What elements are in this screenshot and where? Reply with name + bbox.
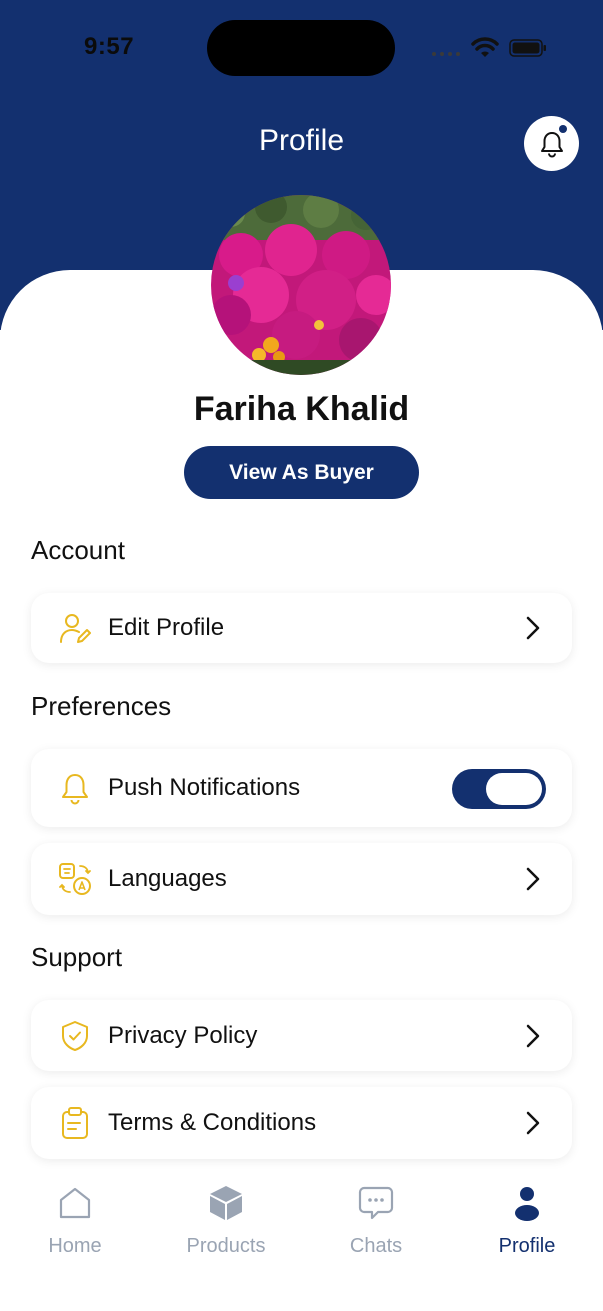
battery-icon <box>509 39 546 57</box>
bell-icon <box>540 131 563 157</box>
toggle-knob <box>486 773 542 805</box>
notifications-button[interactable] <box>524 116 579 171</box>
chat-icon <box>358 1186 394 1220</box>
terms-label: Terms & Conditions <box>108 1109 317 1136</box>
view-as-buyer-button[interactable]: View As Buyer <box>184 446 419 499</box>
user-edit-icon <box>60 614 91 643</box>
tab-label-chats: Chats <box>349 1235 403 1257</box>
tab-label-profile: Profile <box>498 1235 556 1257</box>
push-notifications-row: Push Notifications <box>31 749 572 827</box>
chevron-right-icon <box>526 867 540 891</box>
chevron-right-icon <box>526 1024 540 1047</box>
languages-label: Languages <box>108 865 227 892</box>
status-time: 9:57 <box>84 33 135 60</box>
chevron-right-icon <box>526 616 540 640</box>
avatar[interactable] <box>211 195 391 375</box>
home-icon <box>59 1187 91 1219</box>
bottom-tab-bar: Home Products Chats Profile <box>0 1170 603 1311</box>
push-notifications-label: Push Notifications <box>108 774 301 801</box>
tab-label-products: Products <box>186 1235 266 1257</box>
tab-label-home: Home <box>48 1235 102 1257</box>
section-title-support: Support <box>31 942 123 972</box>
clipboard-icon <box>62 1107 88 1139</box>
user-name: Fariha Khalid <box>193 390 410 428</box>
section-title-account: Account <box>31 535 125 565</box>
edit-profile-row[interactable]: Edit Profile <box>31 593 572 663</box>
translate-icon <box>59 863 91 895</box>
page-title: Profile <box>258 124 345 157</box>
privacy-policy-row[interactable]: Privacy Policy <box>31 1000 572 1071</box>
privacy-policy-label: Privacy Policy <box>108 1021 258 1049</box>
terms-row[interactable]: Terms & Conditions <box>31 1087 572 1159</box>
shield-check-icon <box>62 1020 88 1051</box>
dynamic-island <box>207 20 395 76</box>
user-icon <box>515 1187 539 1221</box>
avatar-image <box>211 195 391 375</box>
signal-icon <box>432 52 460 56</box>
wifi-icon <box>471 37 499 57</box>
bell-icon <box>62 774 88 805</box>
languages-row[interactable]: Languages <box>31 843 572 915</box>
notification-dot <box>559 125 567 133</box>
push-notifications-toggle[interactable] <box>452 769 546 809</box>
chevron-right-icon <box>526 1111 540 1135</box>
box-icon <box>210 1186 242 1220</box>
section-title-preferences: Preferences <box>31 691 172 721</box>
edit-profile-label: Edit Profile <box>108 614 225 641</box>
